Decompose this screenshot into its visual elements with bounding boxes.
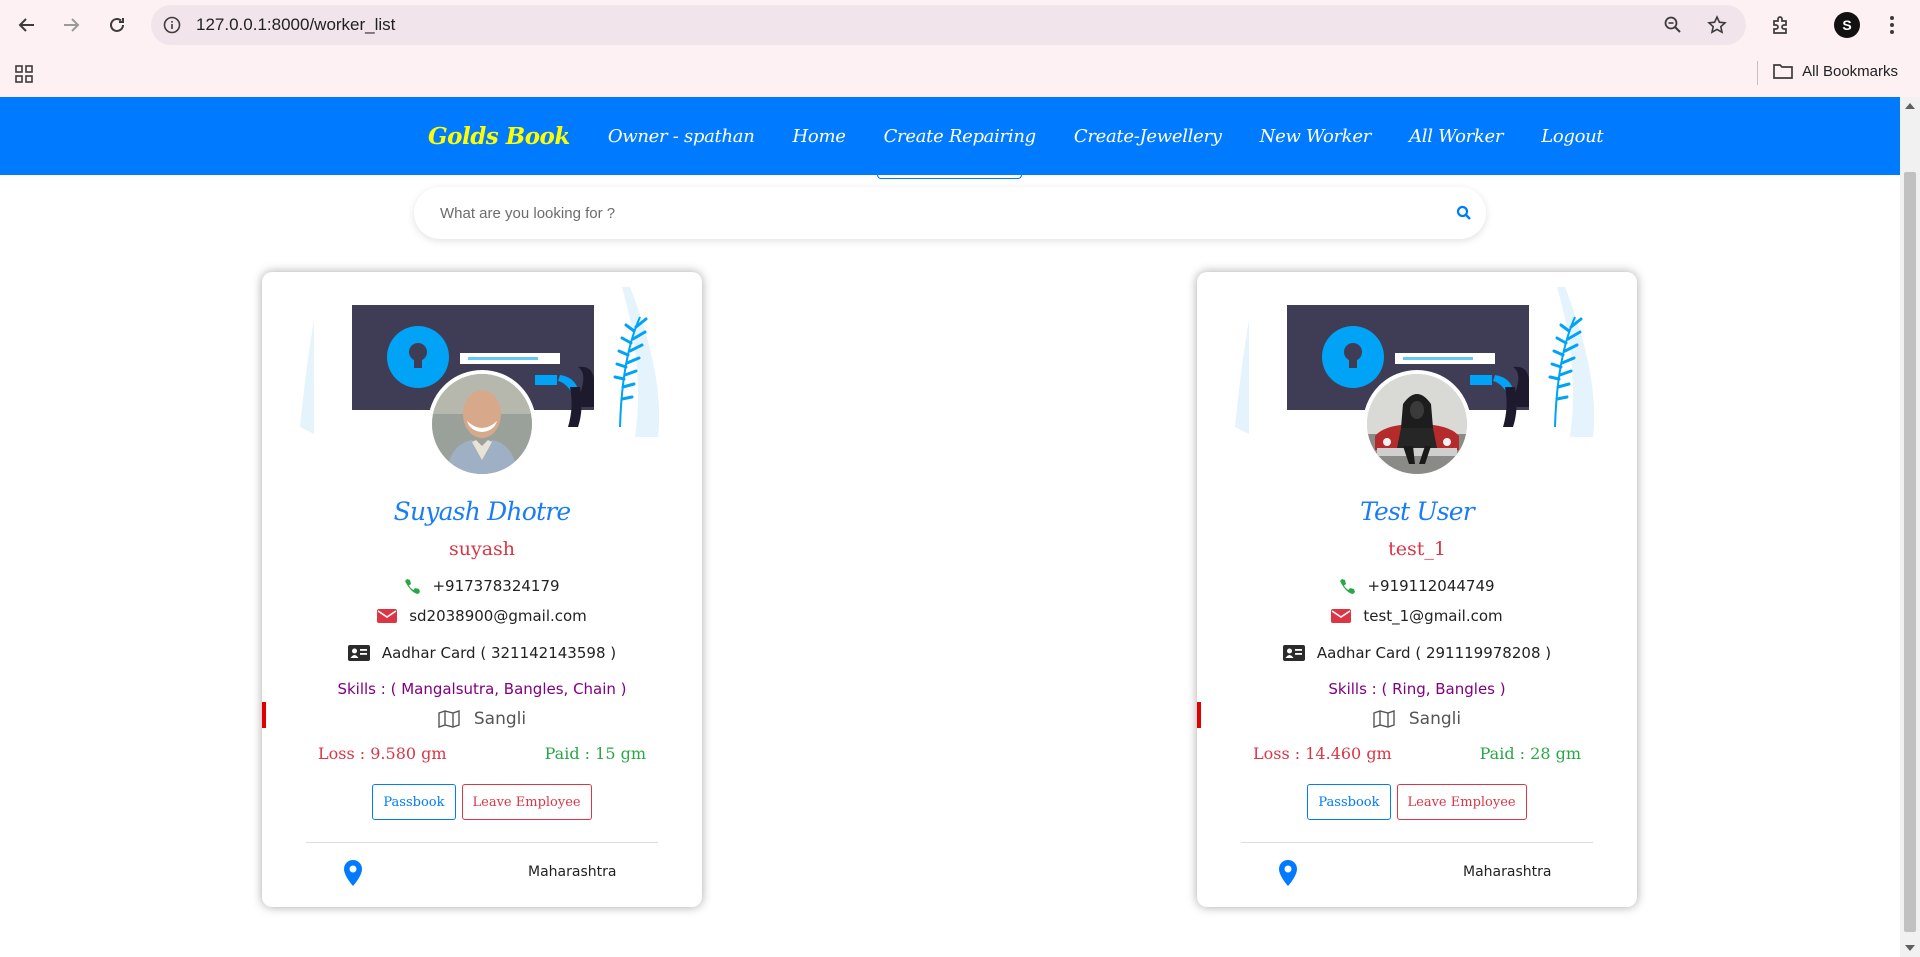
worker-actions: Passbook Leave Employee [262,784,702,820]
worker-card: Test User test_1 +919112044749 test_1@gm… [1197,272,1637,907]
worker-name: Suyash Dhotre [393,497,572,526]
location-pin-icon [1279,860,1297,886]
leave-employee-button[interactable]: Leave Employee [1396,784,1527,820]
worker-phone: +917378324179 [432,577,560,595]
worker-actions: Passbook Leave Employee [1197,784,1637,820]
address-bar[interactable]: 127.0.0.1:8000/worker_list [151,5,1746,45]
all-bookmarks-button[interactable]: All Bookmarks [1772,62,1898,80]
worker-card: Suyash Dhotre suyash +917378324179 sd203… [262,272,702,907]
bookmarks-bar: All Bookmarks [0,50,1920,97]
zoom-icon[interactable] [1663,15,1683,35]
bookmark-star-icon[interactable] [1707,15,1727,35]
worker-city: Sangli [473,709,527,729]
worker-username: test_1 [1388,538,1446,560]
map-icon [1373,710,1395,728]
search-icon[interactable] [1456,205,1472,221]
nav-link-create-repairing[interactable]: Create Repairing [884,126,1037,147]
leave-employee-button[interactable]: Leave Employee [461,784,592,820]
worker-skills: Skills : ( Ring, Bangles ) [1328,680,1506,698]
nav-link-all-worker[interactable]: All Worker [1409,126,1503,147]
worker-username: suyash [448,538,516,560]
profile-button[interactable]: S [1832,10,1862,40]
puzzle-icon [1773,16,1787,34]
folder-icon [1773,64,1793,79]
passbook-button[interactable]: Passbook [1307,784,1391,820]
reload-button[interactable] [102,10,132,40]
location-pin-icon [344,860,362,886]
site-navbar: Golds Book Owner - spathan Home Create R… [0,97,1900,175]
nav-link-home[interactable]: Home [793,126,846,147]
page-content: Golds Book Owner - spathan Home Create R… [0,97,1900,957]
nav-link-owner[interactable]: Owner - spathan [608,126,755,147]
worker-aadhar: Aadhar Card ( 291119978208 ) [1316,644,1552,662]
back-arrow-icon [18,18,34,32]
forward-button[interactable] [56,10,86,40]
worker-phone: +919112044749 [1367,577,1495,595]
hidden-button-edge[interactable] [877,167,1022,179]
scroll-down-arrow-icon[interactable] [1905,945,1915,951]
worker-state: Maharashtra [528,864,617,880]
nav-links: Golds Book Owner - spathan Home Create R… [428,97,1604,175]
card-divider [1241,842,1593,843]
worker-state: Maharashtra [1463,864,1552,880]
worker-aadhar: Aadhar Card ( 321142143598 ) [381,644,617,662]
search-bar [414,187,1486,239]
worker-skills: Skills : ( Mangalsutra, Bangles, Chain ) [337,680,627,698]
nav-link-new-worker[interactable]: New Worker [1260,126,1372,147]
profile-avatar: S [1834,12,1860,38]
browser-menu-button[interactable] [1877,10,1907,40]
envelope-icon [1331,609,1352,623]
worker-paid: Paid : 15 gm [544,744,646,763]
site-info-icon[interactable] [163,16,181,34]
id-card-icon [1282,645,1305,661]
avatar-photo [1367,374,1467,474]
worker-email-row: sd2038900@gmail.com [262,607,702,625]
avatar-photo [432,374,532,474]
phone-icon [405,579,421,594]
url-text[interactable]: 127.0.0.1:8000/worker_list [196,15,395,35]
worker-email: test_1@gmail.com [1363,607,1503,625]
forward-arrow-icon [64,18,80,32]
worker-avatar [428,370,536,478]
apps-grid-icon[interactable] [14,64,34,84]
card-divider [306,842,658,843]
worker-aadhar-row: Aadhar Card ( 321142143598 ) [262,644,702,662]
envelope-icon [377,609,398,623]
worker-aadhar-row: Aadhar Card ( 291119978208 ) [1197,644,1637,662]
nav-link-logout[interactable]: Logout [1541,126,1603,147]
id-card-icon [347,645,370,661]
worker-city-row: Sangli [262,709,702,729]
scrollbar-thumb[interactable] [1904,172,1916,932]
worker-paid: Paid : 28 gm [1479,744,1581,763]
all-bookmarks-label: All Bookmarks [1802,62,1898,80]
browser-toolbar: 127.0.0.1:8000/worker_list S [0,0,1920,50]
worker-avatar [1363,370,1471,478]
worker-loss: Loss : 9.580 gm [318,744,447,763]
worker-name: Test User [1360,497,1475,526]
bookmarks-separator [1757,61,1758,85]
passbook-button[interactable]: Passbook [372,784,456,820]
worker-email: sd2038900@gmail.com [409,607,587,625]
worker-phone-row: +919112044749 [1197,577,1637,595]
phone-icon [1340,579,1356,594]
search-input[interactable] [440,187,1400,239]
nav-link-create-jewellery[interactable]: Create-Jewellery [1074,126,1222,147]
brand-logo[interactable]: Golds Book [428,123,570,150]
map-icon [438,710,460,728]
reload-icon [110,17,124,32]
worker-loss: Loss : 14.460 gm [1253,744,1392,763]
worker-email-row: test_1@gmail.com [1197,607,1637,625]
extensions-button[interactable] [1766,10,1796,40]
worker-city-row: Sangli [1197,709,1637,729]
back-button[interactable] [12,10,42,40]
worker-city: Sangli [1408,709,1462,729]
page-scrollbar[interactable] [1900,97,1920,957]
worker-phone-row: +917378324179 [262,577,702,595]
scroll-up-arrow-icon[interactable] [1905,103,1915,109]
kebab-menu-icon [1890,16,1894,34]
